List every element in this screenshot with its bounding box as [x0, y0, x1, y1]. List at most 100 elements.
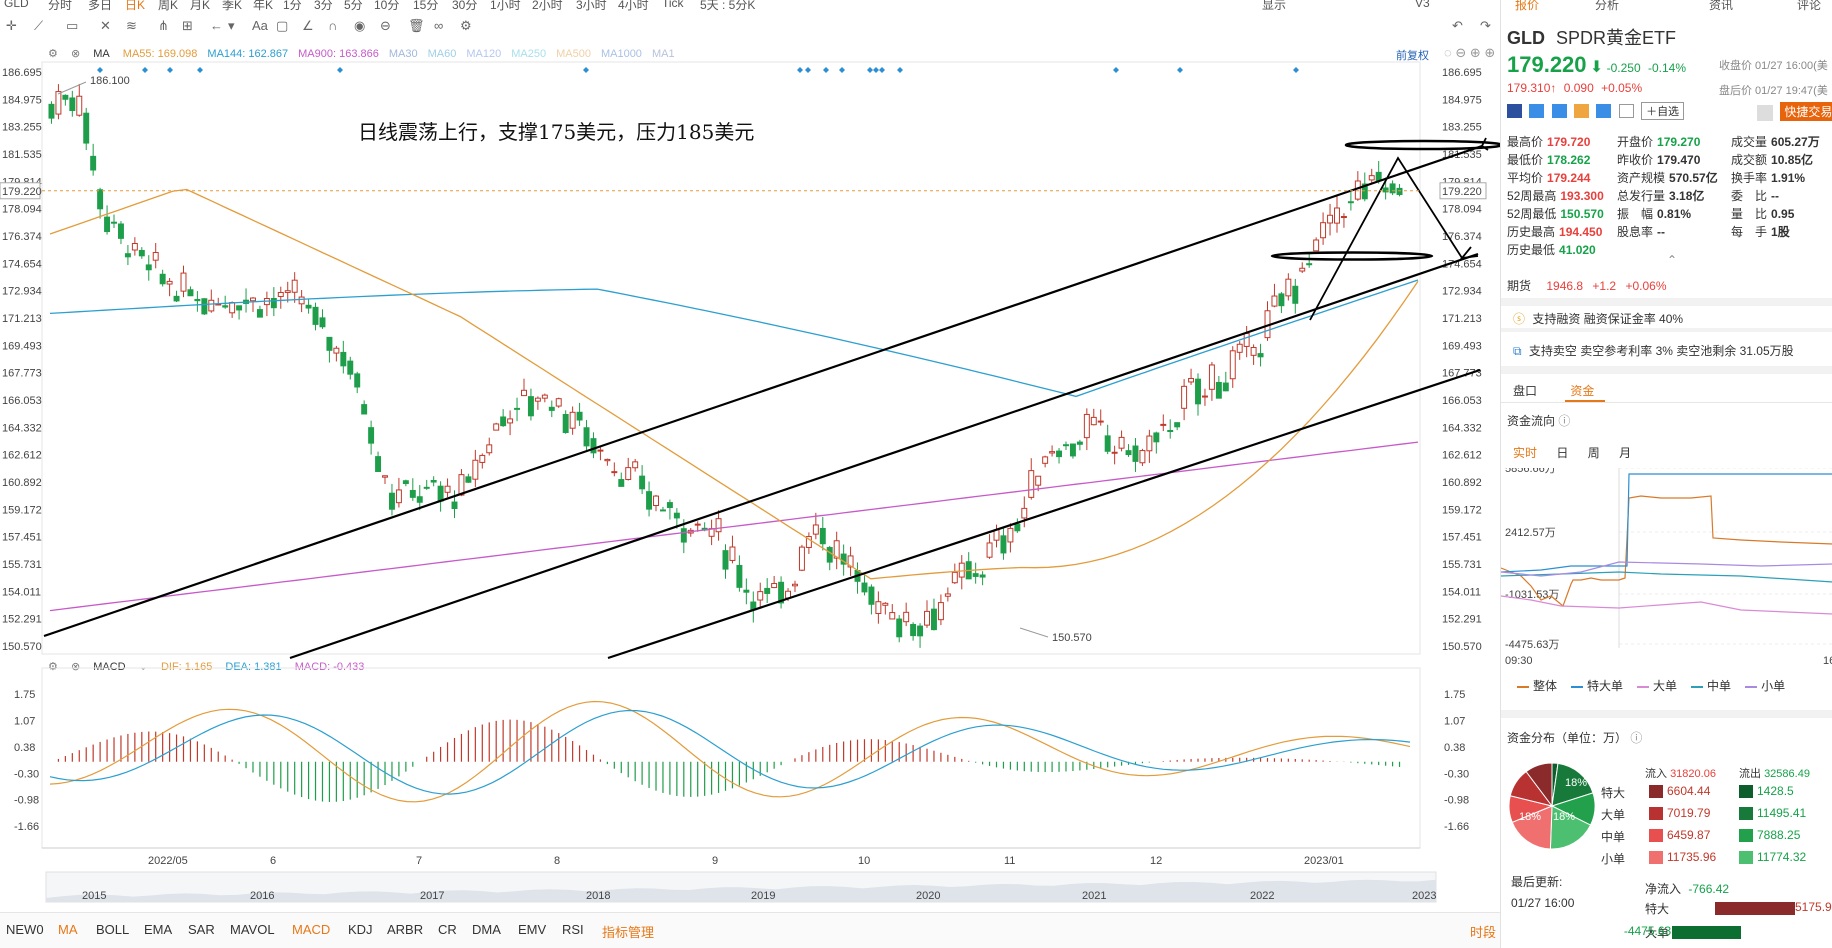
- price-tick-left: 155.731: [2, 559, 42, 571]
- price-tick-left: 160.892: [2, 477, 42, 489]
- stat-cell: 每 手 1股: [1731, 225, 1790, 239]
- dollar-icon[interactable]: [1551, 104, 1567, 118]
- flag-icon[interactable]: [1507, 104, 1522, 118]
- bell-icon[interactable]: [1757, 104, 1773, 121]
- dist-swatch: [1649, 851, 1663, 864]
- margin-row[interactable]: ⓢ 支持融资 融资保证金率 40%: [1513, 310, 1683, 327]
- event-marker: [873, 67, 879, 73]
- lo-pointer: [1019, 627, 1049, 638]
- indicator-tab[interactable]: EMV: [518, 922, 546, 937]
- flow-legend-item[interactable]: 整体: [1517, 679, 1557, 693]
- price-tick-right: 154.011: [1442, 586, 1481, 598]
- indicator-tab[interactable]: ARBR: [387, 922, 423, 937]
- indicator-tab-active[interactable]: MA: [58, 922, 78, 937]
- event-marker: [142, 67, 148, 73]
- tab-news[interactable]: 资讯: [1709, 0, 1733, 13]
- net-value: -4475.63: [1623, 924, 1672, 938]
- indicator-tab[interactable]: SAR: [188, 922, 215, 937]
- tab-orderbook[interactable]: 盘口: [1513, 384, 1537, 398]
- candle-body: [937, 602, 944, 621]
- session-button[interactable]: 时段: [1470, 922, 1496, 941]
- price-tag-left: 179.220: [2, 186, 42, 198]
- flow-tab-day[interactable]: 日: [1556, 446, 1568, 460]
- short-row[interactable]: ⧉ 支持卖空 卖空参考利率 3% 卖空池剩余 31.05万股: [1513, 342, 1794, 359]
- doc-icon[interactable]: [1618, 104, 1634, 118]
- tag-icon[interactable]: [1596, 104, 1612, 118]
- flow-legend-item[interactable]: 小单: [1745, 679, 1785, 693]
- legend-swatch: [1637, 685, 1650, 688]
- price-tick-left: 150.570: [2, 641, 42, 653]
- indicator-tab[interactable]: EMA: [144, 922, 172, 937]
- indicator-tab[interactable]: RSI: [562, 922, 584, 937]
- tab-comments[interactable]: 评论: [1797, 0, 1821, 13]
- info-icon[interactable]: ⓘ: [1630, 731, 1642, 745]
- tab-analysis[interactable]: 分析: [1595, 0, 1619, 13]
- candle-body: [1236, 343, 1243, 353]
- flow-tab-month[interactable]: 月: [1619, 446, 1631, 460]
- price-tick-left: 167.773: [2, 368, 42, 380]
- short-text: 支持卖空 卖空参考利率 3% 卖空池剩余 31.05万股: [1528, 344, 1794, 358]
- candle-body: [924, 610, 930, 626]
- flow-legend-item[interactable]: 中单: [1691, 679, 1731, 693]
- candle-body: [1035, 475, 1042, 486]
- net-value: 5175.94: [1795, 900, 1832, 914]
- tab-capital[interactable]: 资金: [1570, 384, 1594, 398]
- indicator-manager[interactable]: 指标管理: [602, 922, 654, 941]
- price-row: 179.220 ⬇ -0.250 -0.14%: [1507, 52, 1686, 78]
- event-marker: [805, 67, 811, 73]
- flow-tab-realtime[interactable]: 实时: [1513, 446, 1537, 460]
- add-watchlist-button[interactable]: ＋自选: [1641, 102, 1685, 120]
- high-label: 186.100: [90, 75, 130, 87]
- candle-body: [284, 290, 291, 293]
- candle-body: [472, 459, 479, 480]
- candle-body: [1278, 293, 1285, 307]
- divider: [1501, 328, 1832, 332]
- stat-cell: 量 比 0.95: [1731, 207, 1795, 221]
- candle-body: [354, 373, 361, 388]
- price-tick-left: 178.094: [2, 204, 42, 216]
- price-tick-left: 169.493: [2, 340, 42, 352]
- indicator-tab[interactable]: MAVOL: [230, 922, 275, 937]
- candle-body: [868, 586, 875, 605]
- candle-body: [521, 389, 527, 397]
- candle-body: [882, 602, 889, 606]
- tab-quote[interactable]: 报价: [1515, 0, 1539, 13]
- candle-body: [173, 295, 180, 302]
- candle-body: [201, 298, 208, 315]
- indicator-tab-active[interactable]: MACD: [292, 922, 330, 937]
- futures-row[interactable]: 期货 1946.8 +1.2 +0.06%: [1507, 277, 1667, 294]
- price-tick-right: 171.213: [1442, 313, 1482, 325]
- candle-body: [1334, 207, 1340, 224]
- candle-body: [1327, 214, 1334, 224]
- candle-body: [382, 475, 388, 478]
- collapse-icon[interactable]: ⌃: [1667, 253, 1677, 267]
- legend-swatch: [1571, 685, 1584, 688]
- lightning-icon[interactable]: [1529, 104, 1545, 118]
- candle-body: [465, 476, 472, 483]
- after-change: 0.090: [1563, 81, 1594, 95]
- inflow-header: 流入 31820.06: [1645, 768, 1716, 780]
- indicator-tab[interactable]: CR: [438, 922, 457, 937]
- dist-value: 1428.5: [1757, 784, 1794, 798]
- chart-annotation: 日线震荡上行，支撑175美元，压力185美元: [358, 120, 755, 144]
- candle-body: [180, 272, 187, 292]
- indicator-tab[interactable]: BOLL: [96, 922, 129, 937]
- candle-body: [138, 249, 145, 257]
- capital-flow-chart[interactable]: 5856.66万 2412.57万 -1031.53万 -4475.63万 09:30 1…: [1501, 468, 1832, 678]
- candle-body: [576, 411, 583, 421]
- quick-trade-button[interactable]: 快捷交易: [1780, 102, 1832, 121]
- flow-legend-item[interactable]: 大单: [1637, 679, 1677, 693]
- flow-legend-item[interactable]: 特大单: [1571, 679, 1623, 693]
- flow-tab-week[interactable]: 周: [1588, 446, 1600, 460]
- candle-body: [514, 407, 521, 410]
- pie-label: 18%: [1553, 811, 1575, 823]
- indicator-tab[interactable]: NEW0: [6, 922, 44, 937]
- price-tick-left: 181.535: [2, 149, 42, 161]
- indicator-tab[interactable]: KDJ: [348, 922, 373, 937]
- indicator-tab[interactable]: DMA: [472, 922, 501, 937]
- price-tick-left: 152.291: [2, 614, 42, 626]
- info-icon[interactable]: ⓘ: [1558, 414, 1570, 428]
- candle-body: [1181, 385, 1188, 409]
- price-change: -0.250: [1606, 61, 1641, 75]
- chart-icon[interactable]: [1574, 104, 1590, 118]
